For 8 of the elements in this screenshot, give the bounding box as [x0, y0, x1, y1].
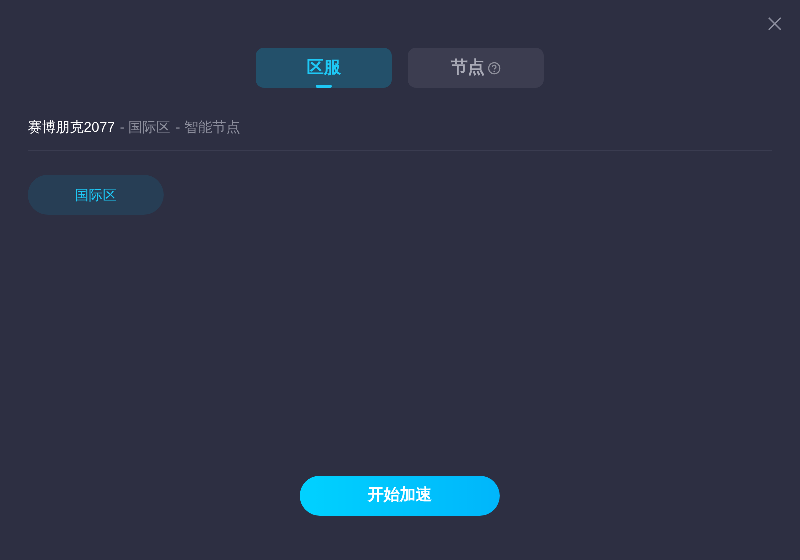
region-button[interactable]: 国际区	[28, 175, 164, 215]
game-title: 赛博朋克2077	[28, 118, 116, 137]
tab-indicator	[316, 85, 332, 88]
breadcrumb-item: - 智能节点	[176, 118, 240, 137]
tab[interactable]: 节点	[408, 48, 544, 88]
breadcrumb-item: - 国际区	[120, 118, 171, 137]
close-icon[interactable]	[768, 17, 782, 31]
tab[interactable]: 区服	[256, 48, 392, 88]
